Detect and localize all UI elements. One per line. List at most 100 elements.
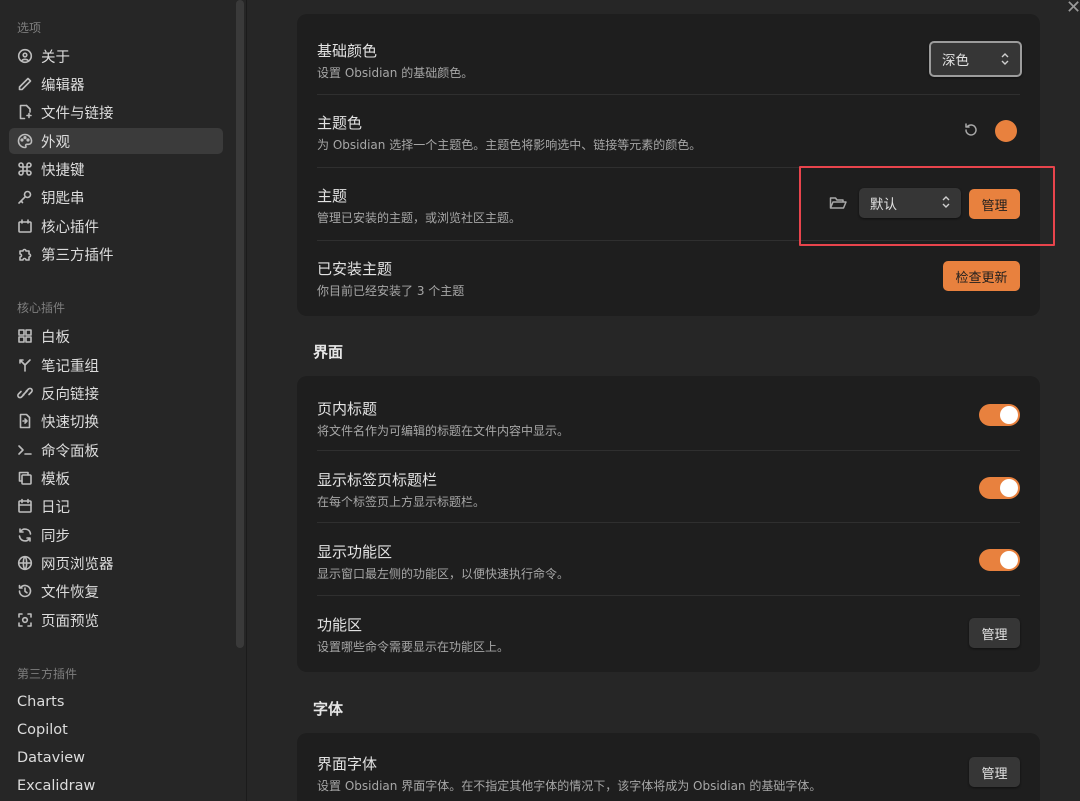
- command-icon: [9, 161, 41, 177]
- setting-description: 设置 Obsidian 的基础颜色。: [317, 66, 474, 80]
- sidebar-item-label: Dataview: [17, 750, 86, 766]
- setting-title: 已安装主题: [317, 260, 393, 278]
- sidebar-item-label: 编辑器: [41, 77, 85, 94]
- sidebar-item-community-plugins[interactable]: 第三方插件: [9, 241, 223, 267]
- sidebar-item-daily-notes[interactable]: 日记: [9, 493, 223, 519]
- setting-description: 管理已安装的主题，或浏览社区主题。: [317, 211, 522, 225]
- sidebar-item-label: Copilot: [17, 722, 68, 738]
- sidebar-item-templates[interactable]: 模板: [9, 465, 223, 491]
- sidebar-item-label: 日记: [41, 499, 70, 516]
- manage-interface-font-button[interactable]: 管理: [969, 757, 1020, 787]
- setting-title: 功能区: [317, 616, 363, 634]
- select-value: 深色: [942, 53, 969, 69]
- sidebar-item-label: 快捷键: [41, 162, 85, 179]
- sidebar-item-command-palette[interactable]: 命令面板: [9, 437, 223, 463]
- sidebar-item-label: 文件与链接: [41, 105, 114, 122]
- setting-description: 为 Obsidian 选择一个主题色。主题色将影响选中、链接等元素的颜色。: [317, 138, 702, 152]
- sidebar-item-label: 核心插件: [41, 219, 99, 236]
- history-icon: [9, 583, 41, 599]
- key-icon: [9, 189, 41, 205]
- sidebar-item-quick-switcher[interactable]: 快速切换: [9, 408, 223, 434]
- sidebar-item-appearance[interactable]: 外观: [9, 128, 223, 154]
- settings-sidebar: 选项 关于 编辑器 文件与链接 外观 快捷键 钥匙串 核心插件 第三方插件 核心…: [0, 0, 247, 801]
- setting-description: 显示窗口最左侧的功能区，以便快速执行命令。: [317, 567, 570, 581]
- sidebar-item-label: 关于: [41, 49, 70, 66]
- font-card: 界面字体 设置 Obsidian 界面字体。在不指定其他字体的情况下，该字体将成…: [297, 733, 1040, 801]
- setting-ribbon-manage: 功能区 设置哪些命令需要显示在功能区上。: [317, 596, 1020, 669]
- setting-tab-title-bar: 显示标签页标题栏 在每个标签页上方显示标题栏。: [317, 451, 1020, 523]
- sidebar-item-label: 钥匙串: [41, 190, 85, 207]
- sidebar-header-third-party: 第三方插件: [17, 667, 78, 681]
- close-icon[interactable]: ✕: [1066, 0, 1080, 18]
- chevron-updown-icon: [1001, 53, 1009, 65]
- sidebar-item-label: 页面预览: [41, 613, 99, 630]
- section-title-interface: 界面: [313, 343, 344, 361]
- file-link-icon: [9, 104, 41, 120]
- setting-title: 显示功能区: [317, 543, 393, 561]
- check-updates-button[interactable]: 检查更新: [943, 261, 1020, 291]
- setting-description: 你目前已经安装了 3 个主题: [317, 284, 465, 298]
- sidebar-item-hotkeys[interactable]: 快捷键: [9, 156, 223, 182]
- toggle-knob: [1000, 479, 1018, 497]
- setting-installed-themes: 已安装主题 你目前已经安装了 3 个主题: [317, 241, 1020, 314]
- ribbon-toggle[interactable]: [979, 549, 1020, 571]
- sidebar-item-file-recovery[interactable]: 文件恢复: [9, 578, 223, 604]
- sidebar-item-files-links[interactable]: 文件与链接: [9, 99, 223, 125]
- toggle-knob: [1000, 406, 1018, 424]
- section-title-font: 字体: [313, 700, 344, 718]
- file-switch-icon: [9, 413, 41, 429]
- manage-ribbon-button[interactable]: 管理: [969, 618, 1020, 648]
- sidebar-header-options: 选项: [17, 21, 42, 35]
- setting-description: 设置 Obsidian 界面字体。在不指定其他字体的情况下，该字体将成为 Obs…: [317, 779, 822, 793]
- calendar-icon: [9, 498, 41, 514]
- sidebar-item-label: 网页浏览器: [41, 556, 114, 573]
- setting-title: 主题: [317, 187, 348, 205]
- sidebar-item-label: 模板: [41, 471, 70, 488]
- sidebar-item-page-preview[interactable]: 页面预览: [9, 607, 223, 633]
- sidebar-item-canvas[interactable]: 白板: [9, 323, 223, 349]
- sidebar-item-label: 笔记重组: [41, 358, 99, 375]
- sidebar-item-charts[interactable]: Charts: [9, 689, 223, 715]
- sidebar-item-label: 快速切换: [41, 414, 99, 431]
- pencil-icon: [9, 76, 41, 92]
- merge-icon: [9, 357, 41, 373]
- sidebar-item-excalidraw[interactable]: Excalidraw: [9, 773, 223, 799]
- sidebar-item-core-plugins[interactable]: 核心插件: [9, 213, 223, 239]
- setting-base-color: 基础颜色 设置 Obsidian 的基础颜色。: [317, 24, 1020, 95]
- accent-color-swatch[interactable]: [995, 120, 1017, 142]
- setting-title: 界面字体: [317, 755, 378, 773]
- sidebar-item-dataview[interactable]: Dataview: [9, 745, 223, 771]
- setting-inline-title: 页内标题 将文件名作为可编辑的标题在文件内容中显示。: [317, 378, 1020, 451]
- sidebar-item-sync[interactable]: 同步: [9, 522, 223, 548]
- sidebar-item-backlinks[interactable]: 反向链接: [9, 380, 223, 406]
- sidebar-item-editor[interactable]: 编辑器: [9, 71, 223, 97]
- base-color-select[interactable]: 深色: [929, 41, 1022, 77]
- preview-icon: [9, 612, 41, 628]
- sidebar-item-copilot[interactable]: Copilot: [9, 717, 223, 743]
- setting-title: 主题色: [317, 114, 363, 132]
- setting-description: 设置哪些命令需要显示在功能区上。: [317, 640, 510, 654]
- sidebar-item-note-composer[interactable]: 笔记重组: [9, 352, 223, 378]
- sidebar-item-label: 反向链接: [41, 386, 99, 403]
- interface-card: 页内标题 将文件名作为可编辑的标题在文件内容中显示。 显示标签页标题栏 在每个标…: [297, 376, 1040, 672]
- highlight-annotation: [799, 166, 1055, 246]
- sidebar-item-label: 外观: [41, 134, 70, 151]
- setting-ribbon: 显示功能区 显示窗口最左侧的功能区，以便快速执行命令。: [317, 523, 1020, 596]
- sidebar-item-label: 命令面板: [41, 443, 99, 460]
- backlink-icon: [9, 385, 41, 401]
- sidebar-item-label: Excalidraw: [17, 778, 96, 794]
- setting-title: 页内标题: [317, 400, 378, 418]
- inline-title-toggle[interactable]: [979, 404, 1020, 426]
- sidebar-item-about[interactable]: 关于: [9, 43, 223, 69]
- setting-title: 显示标签页标题栏: [317, 471, 438, 489]
- sidebar-item-label: 第三方插件: [41, 247, 114, 264]
- puzzle-icon: [9, 246, 41, 262]
- reset-icon[interactable]: [962, 121, 980, 143]
- sidebar-item-label: Charts: [17, 694, 65, 710]
- sidebar-scrollbar[interactable]: [236, 0, 244, 648]
- sidebar-item-keychain[interactable]: 钥匙串: [9, 184, 223, 210]
- sidebar-item-label: 同步: [41, 528, 70, 545]
- tab-title-bar-toggle[interactable]: [979, 477, 1020, 499]
- sidebar-item-web-viewer[interactable]: 网页浏览器: [9, 550, 223, 576]
- refresh-icon: [9, 527, 41, 543]
